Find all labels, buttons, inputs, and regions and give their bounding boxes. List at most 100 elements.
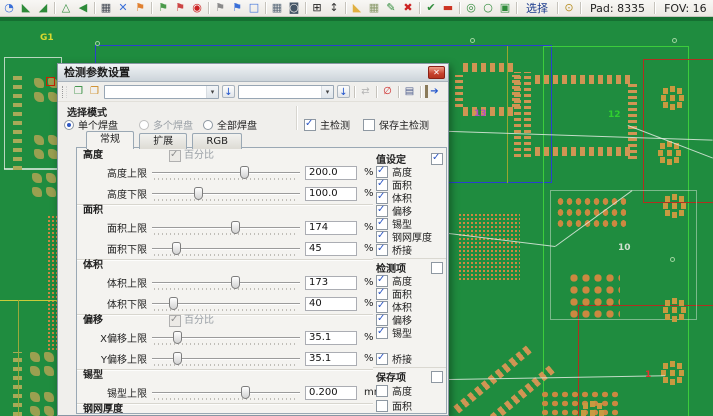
value-input[interactable] [305,166,357,180]
magnifier-icon[interactable]: ⊙ [562,1,576,15]
value-input[interactable] [305,187,357,201]
camera-icon[interactable]: ◙ [287,1,301,15]
slider-thumb[interactable] [172,242,181,255]
checkbox[interactable] [376,400,388,412]
radio-single-pad[interactable]: 单个焊盘 [64,117,118,132]
select-rect-icon[interactable]: □ [247,1,261,15]
slider[interactable] [152,219,300,237]
value-input[interactable] [305,331,357,345]
slider[interactable] [152,295,300,313]
check-item[interactable]: 体积 [373,413,446,414]
slider-thumb[interactable] [241,386,250,399]
compare-icon[interactable]: ⇄ [359,85,372,98]
check-item[interactable]: 锡型 [373,326,446,339]
checkbox[interactable] [376,192,388,204]
radio-all-pads[interactable]: 全部焊盘 [203,117,257,132]
block-icon[interactable]: ∅ [381,85,394,98]
checkbox[interactable] [376,179,388,191]
radio-icon[interactable] [64,120,74,130]
checkbox[interactable] [376,244,388,256]
param-set-combo-1[interactable]: ▾ [104,85,219,99]
tab-general[interactable]: 常规 [86,131,134,149]
dropdown-caret-icon[interactable]: ▾ [321,86,333,98]
select-mode-button[interactable]: 选择 [521,0,553,16]
pin-red-icon[interactable]: ⚑ [173,1,187,15]
apply-combo-2-icon[interactable]: ↓ [337,85,350,98]
pin-green-icon[interactable]: ⚑ [156,1,170,15]
tab-extended[interactable]: 扩展 [139,133,187,149]
square-target-icon[interactable]: ▣ [498,1,512,15]
checkbox[interactable] [363,119,375,131]
close-button[interactable]: ✕ [428,66,445,79]
load-params-alt-icon[interactable]: ❐ [88,85,101,98]
pin-blue-icon[interactable]: ⚑ [230,1,244,15]
dropdown-caret-icon[interactable]: ▾ [206,86,218,98]
grid-icon[interactable]: ▦ [367,1,381,15]
checkbox[interactable] [376,218,388,230]
checkbox[interactable] [376,288,388,300]
map-marker-icon[interactable]: ◉ [190,1,204,15]
delete-icon[interactable]: ✖ [401,1,415,15]
slider-thumb[interactable] [231,276,240,289]
edit-icon[interactable]: ✎ [384,1,398,15]
slider[interactable] [152,240,300,258]
slider-thumb[interactable] [169,297,178,310]
zoom-region-icon[interactable]: ◢ [36,1,50,15]
main-detect-checkbox[interactable]: 主检测 [304,117,350,132]
slider[interactable] [152,164,300,182]
ruler-icon[interactable]: ◣ [350,1,364,15]
apply-combo-1-icon[interactable]: ↓ [222,85,235,98]
checkbox[interactable] [376,353,388,365]
checkbox[interactable] [376,301,388,313]
remove-block-icon[interactable]: ▬ [441,1,455,15]
checkbox[interactable] [376,314,388,326]
save-main-detect-checkbox[interactable]: 保存主检测 [363,117,429,132]
check-item[interactable]: 高度 [373,383,446,398]
slider-thumb[interactable] [240,166,249,179]
load-params-icon[interactable]: ❐ [72,85,85,98]
value-input[interactable] [305,242,357,256]
section-header-checkbox[interactable] [431,262,443,274]
pin-orange-icon[interactable]: ⚑ [133,1,147,15]
percent-checkbox[interactable]: 百分比 [169,150,214,162]
exit-dialog-icon[interactable]: ➔ [425,85,441,98]
slider-thumb[interactable] [173,331,182,344]
tools-icon[interactable]: ✕ [116,1,130,15]
rotate-view-icon[interactable]: ◔ [2,1,16,15]
param-set-combo-2[interactable]: ▾ [238,85,334,99]
section-header-checkbox[interactable] [431,371,443,383]
toolbar-grip[interactable] [62,86,67,98]
check-item[interactable]: 桥接 [373,243,446,256]
percent-checkbox[interactable]: 百分比 [169,315,214,327]
slider-thumb[interactable] [231,221,240,234]
slider[interactable] [152,329,300,347]
dialog-titlebar[interactable]: 检测参数设置 ✕ [58,64,448,82]
checkbox[interactable] [376,231,388,243]
section-header-checkbox[interactable] [431,153,443,165]
checkbox[interactable] [376,166,388,178]
image-view-icon[interactable]: ▦ [99,1,113,15]
slider[interactable] [152,185,300,203]
target-ring-icon[interactable]: ◎ [464,1,478,15]
value-input[interactable] [305,352,357,366]
circle-tool-icon[interactable]: ○ [481,1,495,15]
board-blocks-icon[interactable]: ⊞ [310,1,324,15]
confirm-edit-icon[interactable]: ✔ [424,1,438,15]
board-warning-icon[interactable]: △ [59,1,73,15]
sort-az-icon[interactable]: ↕ [327,1,341,15]
announce-icon[interactable]: ◀ [76,1,90,15]
checkbox[interactable] [376,205,388,217]
checkbox[interactable] [376,385,388,397]
checkbox[interactable] [304,119,316,131]
checkbox[interactable] [376,275,388,287]
check-item[interactable]: 桥接 [373,352,446,365]
value-input[interactable] [305,221,357,235]
fov-grid-icon[interactable]: ▦ [270,1,284,15]
slider-thumb[interactable] [194,187,203,200]
value-input[interactable] [305,386,357,400]
check-item[interactable]: 面积 [373,398,446,413]
value-input[interactable] [305,297,357,311]
save-params-icon[interactable]: ▤ [403,85,416,98]
radio-icon[interactable] [203,120,213,130]
slider-thumb[interactable] [173,352,182,365]
